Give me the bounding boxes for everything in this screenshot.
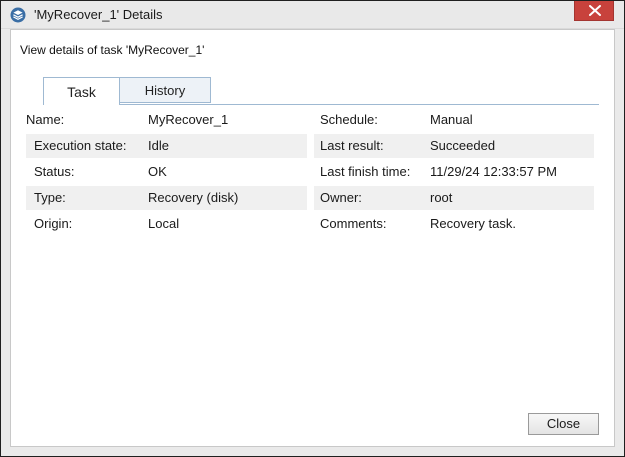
window-close-button[interactable]	[574, 1, 614, 21]
detail-label: Last result:	[320, 138, 384, 153]
detail-value: Recovery (disk)	[148, 190, 239, 205]
details-window: 'MyRecover_1' Details View details of ta…	[0, 0, 625, 457]
details-row: Origin: Local Comments: Recovery task.	[26, 211, 594, 237]
detail-value: MyRecover_1	[148, 112, 229, 127]
tab-history[interactable]: History	[119, 77, 211, 103]
details-row: Type: Recovery (disk) Owner: root	[26, 185, 594, 211]
close-button[interactable]: Close	[528, 413, 599, 435]
details-row: Name: MyRecover_1 Schedule: Manual	[26, 107, 594, 133]
detail-label: Comments:	[320, 216, 387, 231]
detail-label: Origin:	[34, 216, 73, 231]
detail-value: Local	[148, 216, 180, 231]
detail-value: 11/29/24 12:33:57 PM	[430, 164, 557, 179]
details-row: Status: OK Last finish time: 11/29/24 12…	[26, 159, 594, 185]
window-title: 'MyRecover_1' Details	[34, 7, 163, 22]
dialog-subtitle: View details of task 'MyRecover_1'	[20, 43, 205, 57]
detail-label: Type:	[34, 190, 66, 205]
layers-icon	[10, 7, 26, 23]
detail-label: Execution state:	[34, 138, 127, 153]
detail-value: Manual	[430, 112, 473, 127]
detail-value: Recovery task.	[430, 216, 516, 231]
tab-task[interactable]: Task	[43, 77, 120, 105]
detail-value: Succeeded	[430, 138, 496, 153]
detail-label: Last finish time:	[320, 164, 411, 179]
title-bar[interactable]: 'MyRecover_1' Details	[1, 1, 624, 29]
dialog-content: View details of task 'MyRecover_1' Task …	[10, 29, 615, 447]
close-icon	[589, 5, 601, 16]
tab-divider	[43, 104, 599, 105]
detail-value: root	[430, 190, 453, 205]
detail-label: Name:	[26, 112, 65, 127]
detail-label: Owner:	[320, 190, 362, 205]
detail-value: OK	[148, 164, 167, 179]
detail-value: Idle	[148, 138, 169, 153]
detail-label: Status:	[34, 164, 75, 179]
detail-label: Schedule:	[320, 112, 378, 127]
details-row: Execution state: Idle Last result: Succe…	[26, 133, 594, 159]
